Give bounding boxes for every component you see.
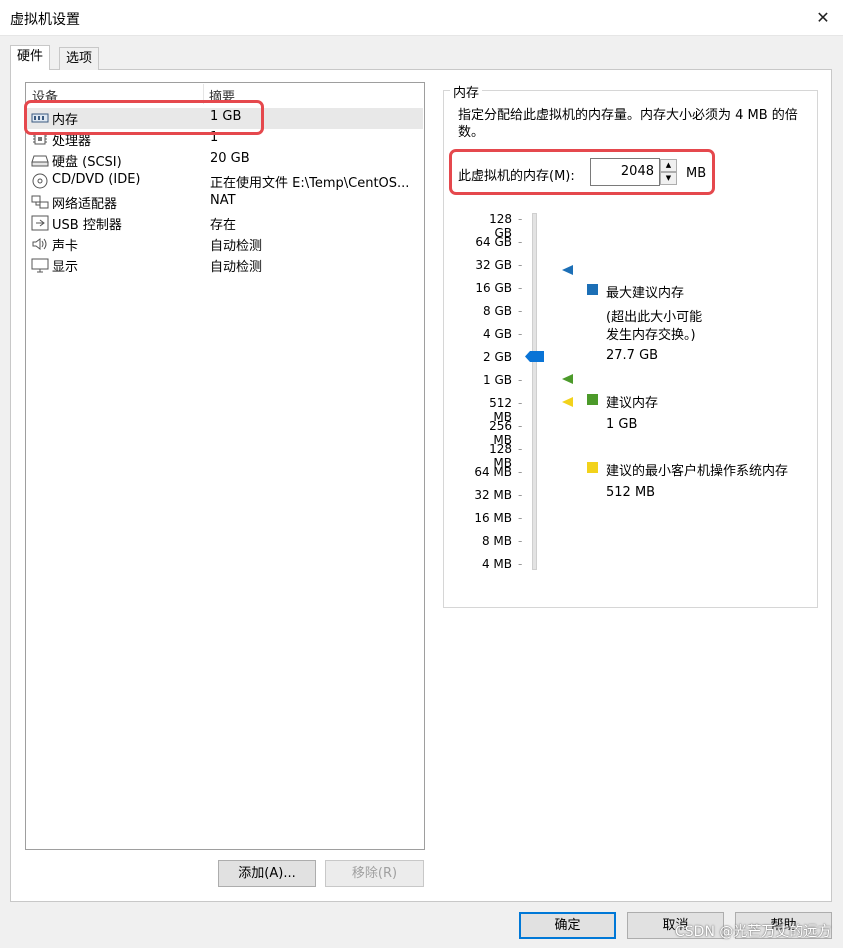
scale-tick: -	[518, 419, 523, 433]
min-guest-swatch	[587, 462, 598, 473]
device-name: 网络适配器	[52, 197, 118, 212]
device-name: 硬盘 (SCSI)	[52, 155, 122, 170]
max-recommended-note-line2: 发生内存交换。)	[606, 328, 696, 343]
min-guest-value: 512 MB	[606, 485, 656, 500]
scale-label: 8 MB	[481, 534, 512, 548]
memory-group-title: 内存	[450, 82, 483, 101]
close-icon[interactable]: ✕	[808, 4, 838, 32]
scale-label: 1 GB	[483, 373, 512, 387]
scale-tick: -	[518, 488, 523, 502]
device-row-cd-dvd[interactable]: CD/DVD (IDE) 正在使用文件 E:\Temp\CentOS...	[27, 171, 423, 192]
scale-label: 32 MB	[474, 488, 512, 502]
watermark: CSDN @光芒万丈的远方	[675, 924, 832, 940]
device-summary: 20 GB	[210, 151, 250, 166]
scale-label: 64 MB	[474, 465, 512, 479]
display-icon	[31, 258, 49, 273]
recommended-marker-icon	[562, 374, 573, 384]
max-recommended-title: 最大建议内存	[606, 286, 685, 301]
hard-disk-icon	[31, 155, 49, 167]
device-summary: 正在使用文件 E:\Temp\CentOS...	[210, 176, 410, 191]
window-title: 虚拟机设置	[10, 12, 80, 28]
scale-tick: -	[518, 373, 523, 387]
scale-tick: -	[518, 258, 523, 272]
device-row-sound-card[interactable]: 声卡 自动检测	[27, 234, 423, 255]
max-recommended-swatch	[587, 284, 598, 295]
scale-tick: -	[518, 212, 523, 226]
scale-label: 4 GB	[483, 327, 512, 341]
ok-button[interactable]: 确定	[519, 912, 616, 939]
highlight-box-memory-field	[449, 149, 715, 195]
memory-description: 指定分配给此虚拟机的内存量。内存大小必须为 4 MB 的倍数。	[458, 108, 798, 140]
tab-options[interactable]: 选项	[59, 47, 100, 70]
min-guest-title: 建议的最小客户机操作系统内存	[606, 464, 789, 479]
scale-tick: -	[518, 327, 523, 341]
scale-tick: -	[518, 281, 523, 295]
scale-tick: -	[518, 396, 523, 410]
device-summary: NAT	[210, 193, 236, 208]
device-name: CD/DVD (IDE)	[52, 172, 141, 187]
scale-tick: -	[518, 235, 523, 249]
device-row-usb-controller[interactable]: USB 控制器 存在	[27, 213, 423, 234]
device-name: USB 控制器	[52, 218, 122, 233]
device-summary: 自动检测	[210, 239, 263, 254]
max-recommended-marker-icon	[562, 265, 573, 275]
sound-card-icon	[32, 238, 47, 250]
device-summary: 自动检测	[210, 260, 263, 275]
network-adapter-icon	[31, 195, 49, 209]
scale-label: 16 GB	[475, 281, 512, 295]
max-recommended-value: 27.7 GB	[606, 348, 659, 363]
recommended-title: 建议内存	[606, 396, 659, 411]
scale-label: 32 GB	[475, 258, 512, 272]
scale-label: 4 MB	[481, 557, 512, 571]
memory-slider-thumb[interactable]	[525, 351, 544, 362]
recommended-swatch	[587, 394, 598, 405]
scale-tick: -	[518, 557, 523, 571]
usb-controller-icon	[31, 215, 49, 231]
device-name: 声卡	[52, 239, 79, 254]
scale-tick: -	[518, 534, 523, 548]
device-name: 显示	[52, 260, 79, 275]
remove-device-button[interactable]: 移除(R)	[325, 860, 424, 887]
highlight-box-memory-row	[24, 100, 264, 135]
scale-tick: -	[518, 304, 523, 318]
device-row-hard-disk[interactable]: 硬盘 (SCSI) 20 GB	[27, 150, 423, 171]
tab-hardware[interactable]: 硬件	[10, 45, 51, 70]
scale-tick: -	[518, 511, 523, 525]
recommended-value: 1 GB	[606, 417, 638, 432]
min-guest-marker-icon	[562, 397, 573, 407]
scale-label: 8 GB	[483, 304, 512, 318]
scale-tick: -	[518, 442, 523, 456]
memory-slider-track[interactable]	[532, 213, 537, 570]
add-device-button[interactable]: 添加(A)...	[218, 860, 316, 887]
title-bar	[0, 0, 843, 36]
device-row-display[interactable]: 显示 自动检测	[27, 255, 423, 276]
max-recommended-note-line1: (超出此大小可能	[606, 310, 703, 325]
scale-tick: -	[518, 465, 523, 479]
scale-label: 64 GB	[475, 235, 512, 249]
scale-label: 2 GB	[483, 350, 512, 364]
device-summary: 存在	[210, 218, 237, 233]
cd-dvd-icon	[32, 173, 48, 189]
device-row-network-adapter[interactable]: 网络适配器 NAT	[27, 192, 423, 213]
scale-label: 16 MB	[474, 511, 512, 525]
